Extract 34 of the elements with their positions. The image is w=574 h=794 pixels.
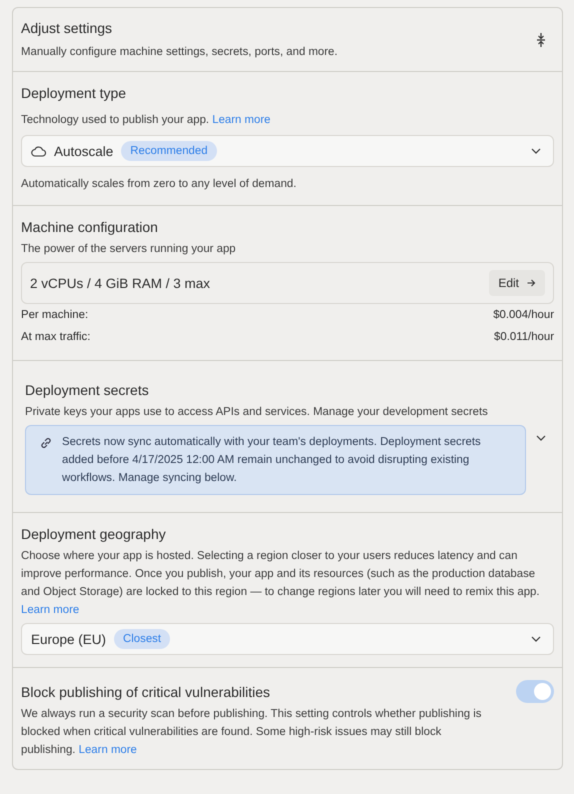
chevron-down-icon[interactable] (536, 435, 546, 441)
deployment-note: Automatically scales from zero to any level of demand. (21, 177, 298, 192)
section-description: Private keys your apps use to access APIs and services. Manage your development secrets (25, 405, 489, 420)
arrow-right-icon (527, 279, 536, 287)
edit-button[interactable]: Edit (489, 270, 545, 296)
toggle-switch[interactable] (516, 680, 554, 703)
cost-value: $0.011/hour (494, 330, 554, 345)
section-title: Deployment secrets (25, 381, 150, 399)
section-title: Deployment geography (21, 525, 167, 543)
section-description: Technology used to publish your app. Learn more (21, 113, 272, 128)
region-select[interactable]: Europe (EU) Closest (21, 623, 554, 655)
chevron-down-icon (531, 148, 541, 154)
section-title: Deployment type (21, 84, 128, 102)
section-description: We always run a security scan before publishing. This setting controls whether publishing is blocked when critical vulnerabilities are found. Some high-risk issues may still block publishing. Learn more (21, 707, 483, 758)
chevron-down-icon (531, 636, 541, 642)
notice-text: Secrets now sync automatically with your team's deployments. Deployment secrets added before 4/17/2025 12:00 AM remain unchanged to avoid disrupting existing workflows. Manage syncing below. (62, 435, 482, 486)
section-title: Machine configuration (21, 218, 159, 236)
deployment-type-select[interactable]: Autoscale Recommended (21, 135, 554, 167)
select-value: Autoscale (54, 144, 114, 158)
section-description: The power of the servers running your app (21, 242, 237, 257)
section-description: Choose where your app is hosted. Selecting a region closer to your users reduces latency and can improve performance. Once you publish, your app and its resources (such as the production database and Object Storage) are locked to this region — to change regions later you will need to remix this app. Learn more (21, 549, 541, 618)
collapse-icon[interactable] (536, 32, 546, 48)
cost-label: At max traffic: (21, 330, 90, 345)
cost-label: Per machine: (21, 308, 88, 323)
select-value: Europe (EU) (31, 632, 106, 646)
link-icon (39, 436, 53, 450)
cost-value: $0.004/hour (493, 308, 554, 323)
section-title: Block publishing of critical vulnerabilities (21, 682, 270, 700)
section-title: Adjust settings (21, 19, 114, 37)
cloud-icon (31, 146, 46, 156)
section-subtitle: Manually configure machine settings, secrets, ports, and more. (21, 45, 339, 60)
recommended-badge: Recommended (121, 141, 217, 161)
machine-config-text: 2 vCPUs / 4 GiB RAM / 3 max (30, 276, 210, 290)
closest-badge: Closest (114, 629, 170, 649)
